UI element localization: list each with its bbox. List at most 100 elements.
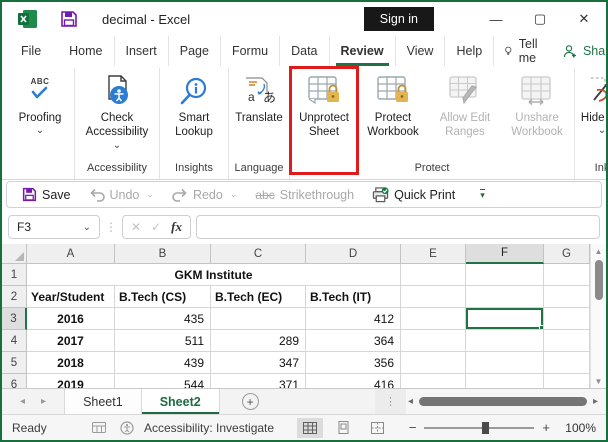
maximize-button[interactable]: ▢	[518, 2, 562, 36]
protect-workbook-button[interactable]: Protect Workbook	[357, 68, 429, 160]
qat-quick-print-button[interactable]: Quick Print	[365, 185, 462, 205]
selected-cell-f3[interactable]	[466, 308, 544, 330]
cell-b6[interactable]: 544	[115, 374, 211, 388]
hide-ink-button[interactable]: Hide Ink ⌄	[576, 68, 606, 160]
column-header-c[interactable]: C	[211, 244, 306, 264]
cell[interactable]	[401, 352, 466, 374]
column-header-b[interactable]: B	[115, 244, 211, 264]
sheet-tab-sheet2[interactable]: Sheet2	[141, 389, 220, 414]
cell-d3[interactable]: 412	[306, 308, 401, 330]
sheet-nav-right-icon[interactable]: ▸	[41, 396, 46, 407]
cell[interactable]	[544, 308, 590, 330]
tab-review[interactable]: Review	[330, 36, 396, 66]
select-all-corner[interactable]	[2, 244, 27, 264]
smart-lookup-button[interactable]: Smart Lookup	[161, 68, 227, 160]
insert-function-icon[interactable]: fx	[171, 219, 182, 235]
accessibility-status-icon[interactable]	[120, 420, 134, 435]
scroll-up-icon[interactable]: ▲	[595, 244, 603, 258]
translate-button[interactable]: a あ Translate	[230, 68, 288, 160]
tab-file[interactable]: File	[10, 36, 52, 66]
cell[interactable]	[466, 286, 544, 308]
vertical-scroll-thumb[interactable]	[594, 260, 603, 300]
minimize-button[interactable]: —	[474, 2, 518, 36]
share-button[interactable]: Share	[553, 36, 606, 66]
cell-a4[interactable]: 2017	[27, 330, 115, 352]
check-accessibility-button[interactable]: Check Accessibility ⌄	[76, 68, 158, 160]
tab-formulas[interactable]: Formu	[221, 36, 281, 66]
tab-page-layout[interactable]: Page	[169, 36, 221, 66]
cell-a6[interactable]: 2019	[27, 374, 115, 388]
tab-help[interactable]: Help	[445, 36, 495, 66]
cell-b4[interactable]: 511	[115, 330, 211, 352]
cell[interactable]	[544, 330, 590, 352]
enter-check-icon[interactable]: ✓	[151, 220, 161, 234]
column-header-d[interactable]: D	[306, 244, 401, 264]
cell[interactable]	[466, 264, 544, 286]
zoom-out-icon[interactable]: −	[409, 420, 417, 435]
horizontal-scrollbar[interactable]: ◂ ▸	[406, 389, 606, 414]
cell[interactable]	[466, 352, 544, 374]
cell-b3[interactable]: 435	[115, 308, 211, 330]
tab-view[interactable]: View	[396, 36, 446, 66]
save-icon[interactable]	[60, 10, 78, 28]
proofing-button[interactable]: ABC Proofing ⌄	[7, 68, 73, 160]
row-header-4[interactable]: 4	[2, 330, 27, 352]
cell[interactable]	[401, 264, 466, 286]
column-header-e[interactable]: E	[401, 244, 466, 264]
cell-b2[interactable]: B.Tech (CS)	[115, 286, 211, 308]
cell[interactable]	[401, 286, 466, 308]
zoom-in-icon[interactable]: +	[542, 420, 550, 435]
tab-scroll-splitter[interactable]: ⋮	[375, 389, 406, 414]
column-header-a[interactable]: A	[27, 244, 115, 264]
column-header-f[interactable]: F	[466, 244, 544, 264]
new-sheet-button[interactable]: +	[241, 393, 259, 410]
tab-home[interactable]: Home	[58, 36, 115, 66]
cell-c3[interactable]	[211, 308, 306, 330]
fill-handle[interactable]	[539, 325, 543, 329]
hscroll-right-icon[interactable]: ▸	[593, 396, 598, 407]
row-header-5[interactable]: 5	[2, 352, 27, 374]
cell-c6[interactable]: 371	[211, 374, 306, 388]
cell-d6[interactable]: 416	[306, 374, 401, 388]
view-page-layout-button[interactable]	[331, 418, 357, 438]
cell-c2[interactable]: B.Tech (EC)	[211, 286, 306, 308]
cell[interactable]	[401, 374, 466, 388]
hscroll-left-icon[interactable]: ◂	[408, 396, 413, 407]
qat-save-button[interactable]: Save	[15, 185, 78, 204]
cell-b5[interactable]: 439	[115, 352, 211, 374]
cell-d5[interactable]: 356	[306, 352, 401, 374]
sheet-tab-sheet1[interactable]: Sheet1	[65, 389, 142, 414]
row-header-6[interactable]: 6	[2, 374, 27, 388]
cancel-icon[interactable]: ✕	[131, 220, 141, 234]
column-header-g[interactable]: G	[544, 244, 590, 264]
name-box[interactable]: F3 ⌄	[8, 215, 100, 239]
zoom-slider-thumb[interactable]	[482, 421, 490, 434]
scroll-down-icon[interactable]: ▼	[595, 374, 603, 388]
row-header-1[interactable]: 1	[2, 264, 27, 286]
cell-d2[interactable]: B.Tech (IT)	[306, 286, 401, 308]
tab-insert[interactable]: Insert	[115, 36, 169, 66]
formula-bar-splitter[interactable]: ⋮	[105, 220, 117, 234]
cell-a5[interactable]: 2018	[27, 352, 115, 374]
view-normal-button[interactable]	[296, 417, 323, 438]
sheet-nav-left-icon[interactable]: ◂	[20, 396, 25, 407]
unprotect-sheet-button[interactable]: Unprotect Sheet	[289, 66, 359, 175]
cell[interactable]	[466, 330, 544, 352]
cell[interactable]	[544, 374, 590, 388]
cell-a2[interactable]: Year/Student	[27, 286, 115, 308]
close-button[interactable]: ✕	[562, 2, 606, 36]
qat-customize-button[interactable]: ▾	[480, 189, 485, 200]
status-accessibility[interactable]: Accessibility: Investigate	[144, 421, 274, 435]
row-header-2[interactable]: 2	[2, 286, 27, 308]
vertical-scrollbar[interactable]: ▲ ▼	[590, 244, 606, 388]
cell-c5[interactable]: 347	[211, 352, 306, 374]
sign-in-button[interactable]: Sign in	[363, 7, 434, 31]
cell[interactable]	[544, 352, 590, 374]
row-header-3[interactable]: 3	[2, 308, 27, 330]
cell[interactable]	[544, 264, 590, 286]
zoom-level[interactable]: 100%	[558, 421, 596, 435]
cell[interactable]	[401, 308, 466, 330]
tab-data[interactable]: Data	[280, 36, 330, 66]
formula-input[interactable]	[195, 215, 600, 239]
tell-me[interactable]: Tell me	[494, 36, 553, 66]
